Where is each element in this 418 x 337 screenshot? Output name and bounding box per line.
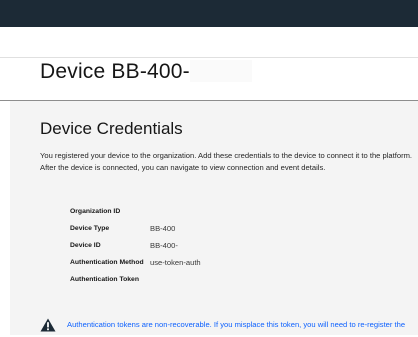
secondary-toolbar xyxy=(0,27,418,58)
top-navigation-bar xyxy=(0,0,418,27)
detail-label: Device ID xyxy=(70,242,101,249)
description-line-1: You registered your device to the organi… xyxy=(40,151,413,160)
warning-icon xyxy=(40,318,56,332)
token-warning-notice: Authentication tokens are non-recoverabl… xyxy=(40,314,418,335)
detail-value[interactable]: BB-400- xyxy=(150,241,178,250)
warning-notice-text: Authentication tokens are non-recoverabl… xyxy=(67,320,406,329)
description-line-2: After the device is connected, you can n… xyxy=(40,163,326,172)
detail-label: Authentication Method xyxy=(70,259,144,266)
detail-label: Authentication Token xyxy=(70,276,139,283)
redacted-device-id xyxy=(190,60,252,82)
section-title: Device Credentials xyxy=(40,119,183,138)
detail-label: Organization ID xyxy=(70,208,121,215)
detail-value[interactable]: BB-400 xyxy=(150,224,175,233)
detail-label: Device Type xyxy=(70,225,110,232)
page-title: Device BB-400- xyxy=(40,60,190,83)
credentials-description: You registered your device to the organi… xyxy=(40,150,416,174)
detail-value[interactable]: use-token-auth xyxy=(150,258,201,267)
